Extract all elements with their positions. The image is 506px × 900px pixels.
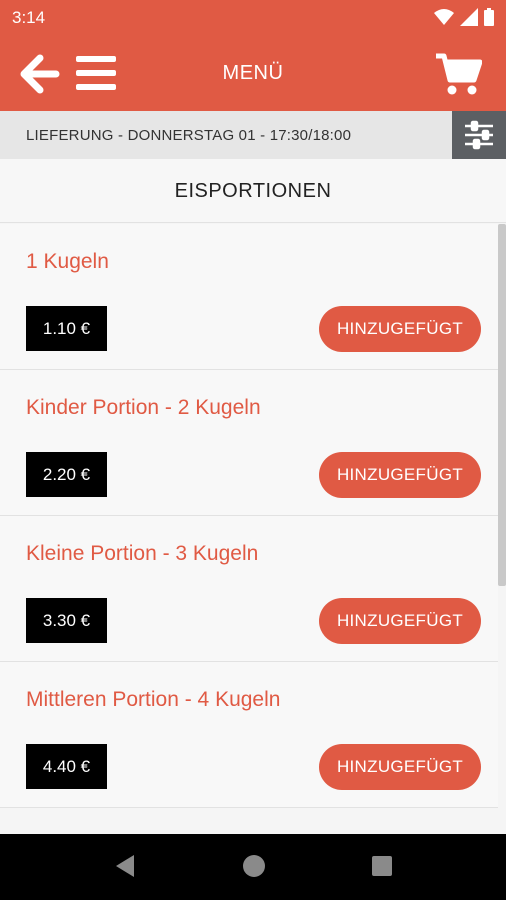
- delivery-bar: LIEFERUNG - DONNERSTAG 01 - 17:30/18:00: [0, 111, 506, 159]
- price-tag: 3.30 €: [26, 598, 107, 643]
- page-title: MENÜ: [222, 62, 284, 84]
- nav-home-icon: [243, 855, 265, 877]
- list-item: Kleine Portion - 3 Kugeln 3.30 € HINZUGE…: [0, 516, 498, 662]
- battery-icon: [484, 8, 494, 26]
- app-bar: MENÜ: [0, 36, 506, 111]
- item-name[interactable]: Mittleren Portion - 4 Kugeln: [26, 688, 280, 712]
- cart-icon: [436, 53, 483, 95]
- item-name[interactable]: Kleine Portion - 3 Kugeln: [26, 542, 258, 566]
- nav-back-button[interactable]: [112, 852, 140, 885]
- add-button[interactable]: HINZUGEFÜGT: [319, 452, 481, 498]
- filter-button[interactable]: [452, 111, 506, 159]
- nav-home-button[interactable]: [240, 852, 268, 885]
- add-button[interactable]: HINZUGEFÜGT: [319, 744, 481, 790]
- list-item: Kinder Portion - 2 Kugeln 2.20 € HINZUGE…: [0, 370, 498, 516]
- status-time: 3:14: [12, 8, 46, 27]
- product-list: 1 Kugeln 1.10 € HINZUGEFÜGT Kinder Porti…: [0, 224, 498, 808]
- cart-button[interactable]: [434, 52, 483, 96]
- price-tag: 2.20 €: [26, 452, 107, 497]
- section-title: EISPORTIONEN: [0, 159, 506, 223]
- price-tag: 4.40 €: [26, 744, 107, 789]
- price-tag: 1.10 €: [26, 306, 107, 351]
- scrollbar[interactable]: [498, 224, 506, 586]
- nav-recents-icon: [372, 856, 392, 876]
- add-button[interactable]: HINZUGEFÜGT: [319, 598, 481, 644]
- signal-icon: [460, 8, 478, 26]
- list-item: 1 Kugeln 1.10 € HINZUGEFÜGT: [0, 224, 498, 370]
- wifi-icon: [434, 9, 454, 25]
- system-nav-bar: [0, 834, 506, 900]
- delivery-info: LIEFERUNG - DONNERSTAG 01 - 17:30/18:00: [26, 127, 352, 144]
- add-button[interactable]: HINZUGEFÜGT: [319, 306, 481, 352]
- nav-recents-button[interactable]: [368, 852, 396, 885]
- status-bar: 3:14: [0, 0, 506, 36]
- nav-back-icon: [116, 855, 134, 877]
- item-name[interactable]: 1 Kugeln: [26, 250, 109, 274]
- filter-sliders-icon: [465, 120, 493, 150]
- list-item: Mittleren Portion - 4 Kugeln 4.40 € HINZ…: [0, 662, 498, 808]
- item-name[interactable]: Kinder Portion - 2 Kugeln: [26, 396, 261, 420]
- status-icons: [434, 8, 494, 26]
